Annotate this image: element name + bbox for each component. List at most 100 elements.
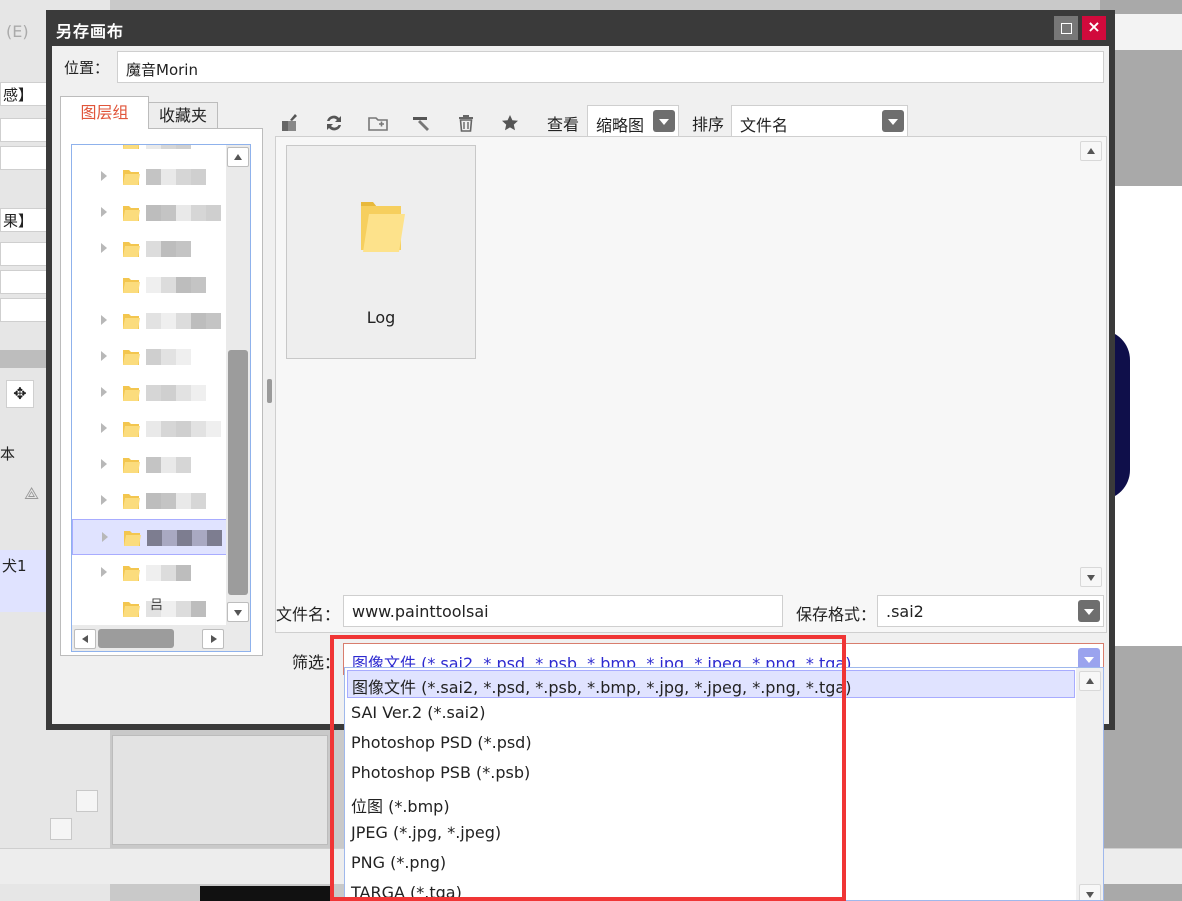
tree-item[interactable] (72, 195, 228, 231)
filter-dropdown-list[interactable]: 图像文件 (*.sai2, *.psd, *.psb, *.bmp, *.jpg… (344, 667, 1104, 901)
expand-arrow-icon[interactable] (101, 459, 107, 469)
filter-option[interactable]: JPEG (*.jpg, *.jpeg) (347, 820, 1075, 848)
background-panel (112, 735, 328, 845)
tree-item[interactable] (72, 145, 228, 159)
view-mode-select[interactable]: 缩略图 (587, 105, 679, 137)
tree-scroll-right-button[interactable] (202, 629, 224, 649)
filter-option[interactable]: Photoshop PSD (*.psd) (347, 730, 1075, 758)
background-field: 感】 (0, 82, 48, 106)
view-mode-value: 缩略图 (596, 116, 645, 135)
chevron-down-icon[interactable] (653, 110, 675, 132)
tree-scroll-down-button[interactable] (227, 602, 249, 622)
location-label: 位置： (64, 59, 110, 77)
background-selected-layer[interactable]: 犬1 (0, 550, 48, 612)
file-scroll-down-button[interactable] (1080, 567, 1102, 587)
close-button[interactable]: × (1082, 16, 1106, 40)
tree-scroll-up-button[interactable] (227, 147, 249, 167)
move-tool-icon[interactable]: ✥ (6, 380, 34, 408)
folder-icon (122, 383, 140, 407)
tree-horizontal-scrollbar[interactable] (72, 625, 250, 651)
maximize-button[interactable] (1054, 16, 1078, 40)
tree-item[interactable] (72, 231, 228, 267)
tree-item[interactable] (72, 555, 228, 591)
folder-icon (122, 167, 140, 191)
tree-horizontal-thumb[interactable] (98, 629, 174, 648)
filter-option[interactable]: 图像文件 (*.sai2, *.psd, *.psb, *.bmp, *.jpg… (347, 670, 1075, 698)
dialog-titlebar[interactable]: 另存画布 (46, 10, 1115, 46)
filter-label: 筛选： (292, 653, 341, 672)
background-field (0, 146, 48, 170)
star-icon[interactable] (498, 111, 522, 135)
chevron-down-icon[interactable] (882, 110, 904, 132)
rename-icon[interactable] (410, 111, 434, 135)
background-thumbnail (200, 886, 330, 901)
folder-icon (122, 203, 140, 227)
filter-option[interactable]: SAI Ver.2 (*.sai2) (347, 700, 1075, 728)
location-input[interactable]: 魔音Morin (117, 51, 1104, 83)
tree-item[interactable] (72, 267, 228, 303)
tree-item[interactable] (72, 375, 228, 411)
expand-arrow-icon[interactable] (101, 567, 107, 577)
filter-option[interactable]: PNG (*.png) (347, 850, 1075, 878)
tab-layer-groups[interactable]: 图层组 (60, 96, 149, 129)
move-up-icon[interactable] (278, 111, 302, 135)
blurred-folder-name (146, 457, 191, 473)
expand-arrow-icon[interactable] (101, 315, 107, 325)
background-field (0, 270, 48, 294)
tree-scroll-left-button[interactable] (74, 629, 96, 649)
tree-item[interactable] (72, 519, 228, 555)
filter-option[interactable]: Photoshop PSB (*.psb) (347, 760, 1075, 788)
save-canvas-dialog: 另存画布 × 位置： 魔音Morin 图层组 收藏夹 吕 查看 缩略图 排序 文… (46, 10, 1115, 730)
blurred-folder-name (146, 145, 191, 149)
dropdown-scroll-down-button[interactable] (1079, 884, 1101, 900)
tree-item[interactable] (72, 447, 228, 483)
file-browser-area[interactable]: Log (275, 136, 1107, 633)
expand-arrow-icon[interactable] (101, 495, 107, 505)
folder-icon (123, 528, 141, 552)
expand-arrow-icon[interactable] (101, 351, 107, 361)
folder-icon (122, 311, 140, 335)
sort-select[interactable]: 文件名 (731, 105, 908, 137)
expand-arrow-icon[interactable] (101, 207, 107, 217)
folder-icon (122, 563, 140, 587)
background-scroll-button[interactable] (50, 818, 72, 840)
expand-arrow-icon[interactable] (101, 423, 107, 433)
background-label: 犬1 (2, 557, 27, 575)
tree-item[interactable] (72, 339, 228, 375)
filename-label: 文件名： (276, 605, 341, 624)
expand-arrow-icon[interactable] (101, 171, 107, 181)
file-area-scrollbar[interactable] (1078, 137, 1106, 632)
format-select[interactable]: .sai2 (877, 595, 1104, 627)
blurred-folder-name (146, 421, 221, 437)
filter-option[interactable]: 位图 (*.bmp) (347, 790, 1075, 818)
file-tile[interactable]: Log (286, 145, 476, 359)
tree-item[interactable] (72, 483, 228, 519)
dropdown-scrollbar[interactable] (1076, 668, 1103, 900)
new-folder-icon[interactable] (366, 111, 390, 135)
tree-vertical-scrollbar[interactable] (226, 145, 250, 625)
dropdown-scroll-up-button[interactable] (1079, 671, 1101, 691)
filter-option[interactable]: TARGA (*.tga) (347, 880, 1075, 900)
folder-tree[interactable]: 吕 (71, 144, 251, 652)
folder-icon (122, 275, 140, 299)
trash-icon[interactable] (454, 111, 478, 135)
tree-item[interactable] (72, 411, 228, 447)
tab-favorites[interactable]: 收藏夹 (148, 102, 218, 129)
filename-input[interactable]: www.painttoolsai (343, 595, 783, 627)
background-bar (0, 350, 48, 368)
perspective-tool-icon[interactable]: ⟁ (24, 484, 39, 504)
panel-splitter-handle[interactable] (267, 379, 272, 403)
expand-arrow-icon[interactable] (101, 243, 107, 253)
expand-arrow-icon[interactable] (101, 387, 107, 397)
blurred-folder-name (146, 205, 221, 221)
tree-item[interactable] (72, 159, 228, 195)
tree-scroll-thumb[interactable] (228, 350, 248, 595)
tree-item[interactable] (72, 303, 228, 339)
background-field (0, 118, 48, 142)
background-scroll-button[interactable] (76, 790, 98, 812)
refresh-icon[interactable] (322, 111, 346, 135)
file-scroll-up-button[interactable] (1080, 141, 1102, 161)
folder-icon (357, 196, 405, 264)
chevron-down-icon[interactable] (1078, 600, 1100, 622)
expand-arrow-icon[interactable] (102, 532, 108, 542)
